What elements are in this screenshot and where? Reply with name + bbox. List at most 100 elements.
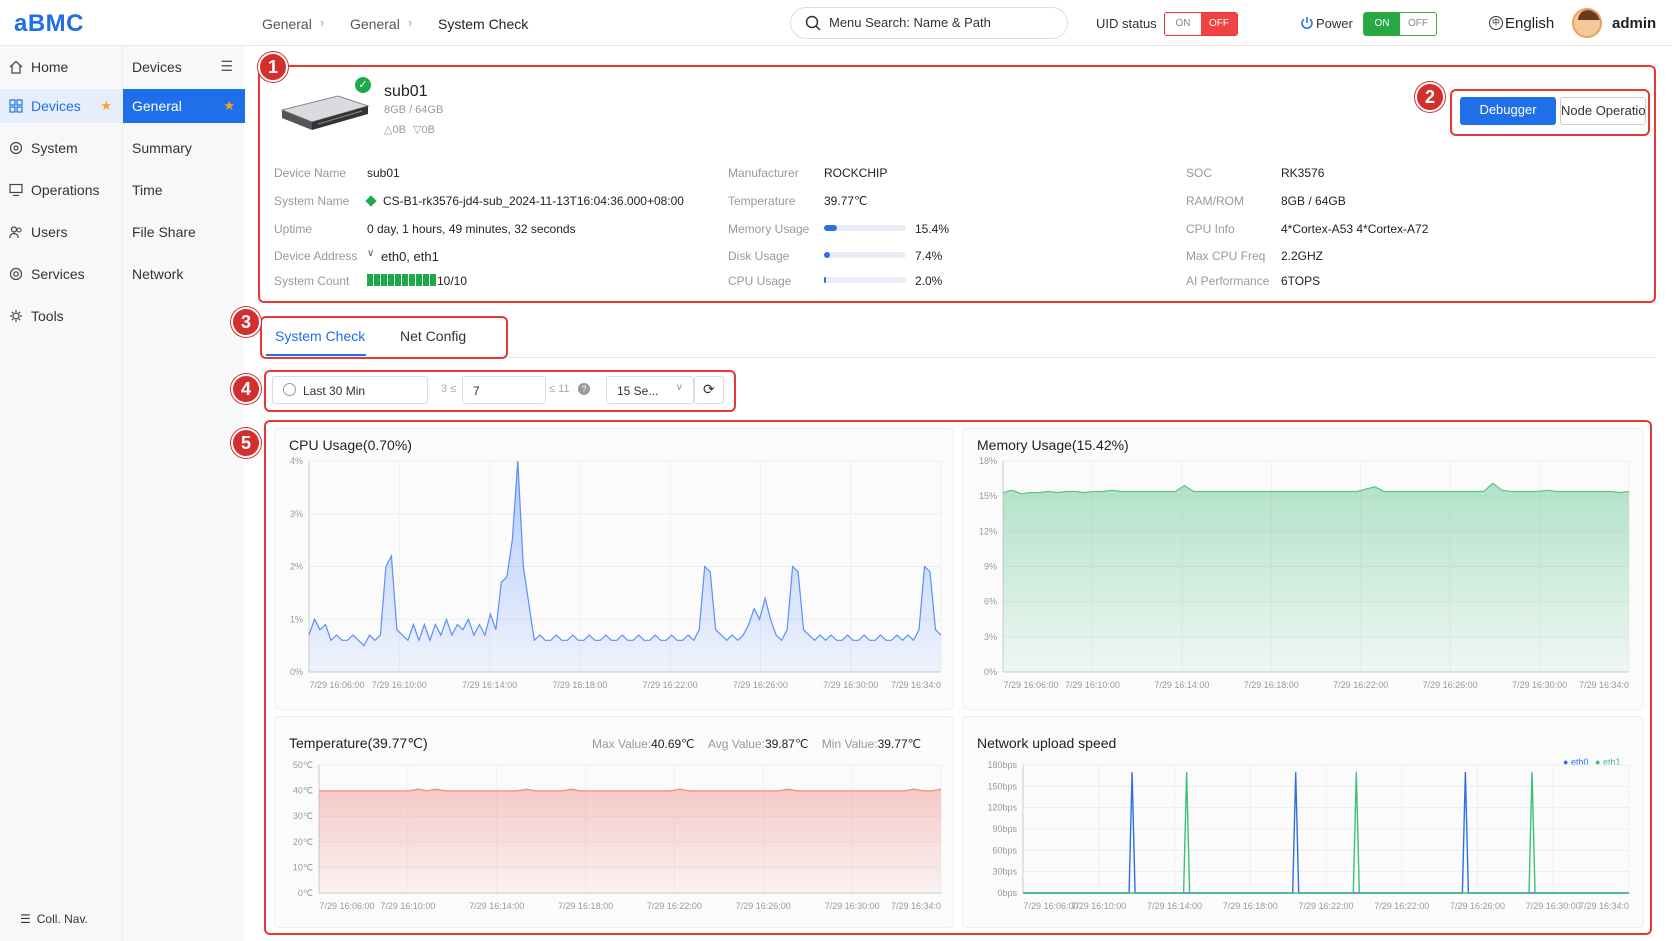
power-off-option[interactable]: OFF [1400, 13, 1436, 35]
max-cpu-freq-value: 2.2GHZ [1281, 249, 1324, 263]
sidebar-item-label: Operations [31, 182, 100, 198]
search-placeholder: Menu Search: Name & Path [829, 15, 991, 30]
subnav-item-file-share[interactable]: File Share [123, 215, 245, 249]
x-tick-label: 7/29 16:34:0 [891, 680, 941, 690]
sidebar-item-home[interactable]: Home [0, 50, 122, 84]
count-segment [423, 274, 429, 286]
x-tick-label: 7/29 16:10:00 [372, 680, 427, 690]
disk-usage-label: Disk Usage [728, 249, 790, 263]
y-tick-label: 6% [984, 597, 997, 607]
sidebar-item-tools[interactable]: Tools [0, 299, 122, 333]
max-cpu-freq-label: Max CPU Freq [1186, 249, 1266, 263]
count-segment [416, 274, 422, 286]
x-tick-label: 7/29 16:22:00 [643, 680, 698, 690]
cpu-usage-bar [824, 277, 906, 283]
app-logo[interactable]: aBMC [14, 10, 84, 38]
count-segment [367, 274, 373, 286]
refresh-button[interactable]: ⟳ [694, 376, 724, 404]
language-selector[interactable]: English [1505, 15, 1554, 32]
x-tick-label: 7/29 16:30:00 [1512, 680, 1567, 690]
annotation-badge-3: 3 [231, 307, 261, 337]
power-toggle[interactable]: ON OFF [1363, 12, 1437, 36]
y-tick-label: 15% [979, 491, 997, 501]
x-tick-label: 7/29 16:18:00 [1223, 901, 1278, 911]
memory-usage-bar [824, 225, 906, 231]
uid-off-option[interactable]: OFF [1201, 13, 1237, 35]
x-tick-label: 7/29 16:22:00 [647, 901, 702, 911]
count-segment [402, 274, 408, 286]
x-tick-label: 7/29 16:06:00 [309, 680, 364, 690]
y-tick-label: 30℃ [293, 811, 313, 821]
temperature-label: Temperature [728, 194, 796, 208]
y-tick-label: 3% [290, 509, 303, 519]
points-min-label: 3 ≤ [441, 383, 457, 395]
x-tick-label: 7/29 16:22:00 [1333, 680, 1388, 690]
home-icon [9, 60, 23, 74]
y-tick-label: 0% [290, 667, 303, 677]
time-range-picker[interactable]: Last 30 Min [272, 376, 428, 404]
manufacturer-value: ROCKCHIP [824, 166, 888, 180]
server-image [278, 90, 370, 130]
system-count-bar [367, 274, 436, 286]
memory-usage-chart: 0% 3% 6% 9% 12% 15% 18% 7/29 16:06:00 7/29 16:10… [979, 456, 1630, 690]
x-tick-label: 7/29 16:14:00 [1154, 680, 1209, 690]
power-on-option[interactable]: ON [1364, 13, 1400, 35]
system-count-label: System Count [274, 274, 350, 288]
breadcrumb-separator-icon: › [320, 15, 325, 30]
x-tick-label: 7/29 16:34:0 [1579, 680, 1629, 690]
subnav-item-label: General [132, 98, 182, 114]
cpu-usage-label: CPU Usage [728, 274, 792, 288]
menu-search-input[interactable]: Menu Search: Name & Path [790, 7, 1068, 39]
subnav-item-time[interactable]: Time [123, 173, 245, 207]
network-upload-chart: 0bps 30bps 60bps 90bps 120bps 150bps 180bps 7/2… [987, 760, 1630, 911]
subnav-item-network[interactable]: Network [123, 257, 245, 291]
breadcrumb-separator-icon: › [408, 15, 413, 30]
collapse-list-icon[interactable]: ☰ [220, 58, 233, 75]
collapse-nav-button[interactable]: ☰ Coll. Nav. [20, 912, 88, 926]
favorite-star-icon[interactable]: ★ [223, 98, 235, 114]
uid-status-toggle[interactable]: ON OFF [1164, 12, 1238, 36]
interval-select[interactable]: 15 Se... ∨ [606, 376, 694, 404]
sidebar-item-label: Tools [31, 308, 64, 324]
debugger-button[interactable]: Debugger [1460, 97, 1556, 125]
node-operation-button[interactable]: Node Operation [1560, 97, 1646, 125]
sidebar-item-users[interactable]: Users [0, 215, 122, 249]
tools-icon [10, 310, 22, 322]
annotation-badge-1: 1 [258, 52, 288, 82]
count-segment [374, 274, 380, 286]
subnav-item-summary[interactable]: Summary [123, 131, 245, 165]
uptime-value: 0 day, 1 hours, 49 minutes, 32 seconds [367, 222, 576, 236]
services-icon [9, 267, 23, 281]
network-upload-card: Network upload speed ● eth0 ● eth1 0bps 3… [962, 716, 1644, 928]
x-tick-label: 7/29 16:26:00 [736, 901, 791, 911]
subnav-item-general[interactable]: General ★ [123, 89, 245, 123]
sidebar-item-system[interactable]: System [0, 131, 122, 165]
top-bar: aBMC General › General › System Check Me… [0, 0, 1672, 46]
expand-chevron-icon[interactable]: ∨ [367, 248, 374, 259]
x-tick-label: 7/29 16:30:00 [823, 680, 878, 690]
tab-net-config[interactable]: Net Config [400, 328, 466, 344]
device-address-value[interactable]: eth0, eth1 [381, 249, 439, 264]
x-tick-label: 7/29 16:26:00 [1423, 680, 1478, 690]
main-sidebar: Home Devices ★ System Operations Users S… [0, 46, 122, 941]
sidebar-item-services[interactable]: Services [0, 257, 122, 291]
sidebar-item-devices[interactable]: Devices ★ [0, 89, 122, 123]
disk-usage-value: 7.4% [915, 249, 943, 263]
favorite-star-icon[interactable]: ★ [100, 98, 112, 114]
points-value: 7 [473, 384, 480, 398]
avatar[interactable] [1572, 8, 1602, 38]
uid-on-option[interactable]: ON [1165, 13, 1201, 35]
device-traffic: △0B ▽0B [384, 123, 435, 136]
cpu-usage-card: CPU Usage(0.70%) 0% 1% 2% 3% 4% 7/29 16:06:00… [274, 428, 954, 710]
x-tick-label: 7/29 16:10:00 [1071, 901, 1126, 911]
ram-rom-label: RAM/ROM [1186, 194, 1244, 208]
user-name[interactable]: admin [1612, 15, 1656, 32]
points-input[interactable]: 7 [462, 376, 546, 404]
x-tick-label: 7/29 16:18:00 [558, 901, 613, 911]
tab-system-check[interactable]: System Check [275, 328, 365, 344]
breadcrumb-item[interactable]: General [350, 16, 400, 32]
sidebar-item-operations[interactable]: Operations [0, 173, 122, 207]
y-tick-label: 2% [290, 562, 303, 572]
help-icon[interactable]: ? [578, 383, 590, 395]
breadcrumb-item[interactable]: General [262, 16, 312, 32]
